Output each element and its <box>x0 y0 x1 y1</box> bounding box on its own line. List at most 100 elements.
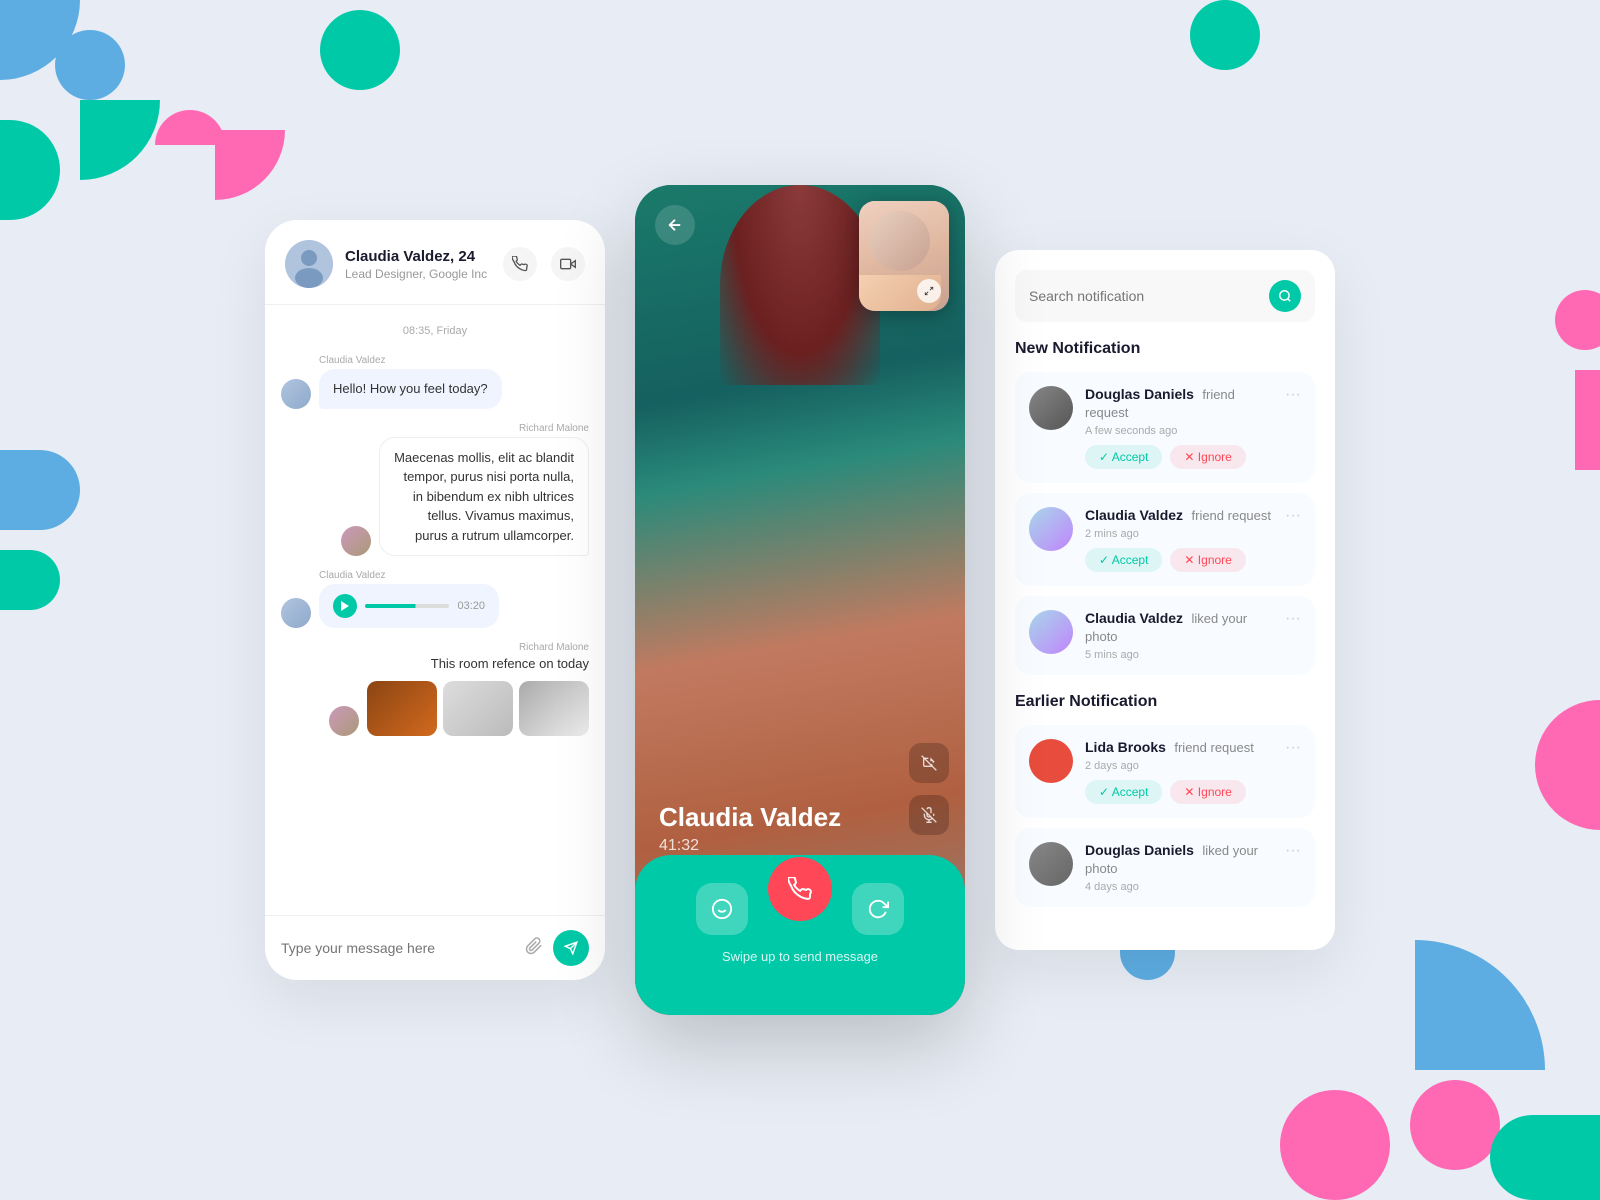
notification-item: Lida Brooks friend request 2 days ago ✓ … <box>1015 725 1315 818</box>
mute-video-button[interactable] <box>909 743 949 783</box>
more-options-button[interactable]: ··· <box>1285 507 1301 525</box>
more-options-button[interactable]: ··· <box>1285 386 1301 404</box>
notification-text: Claudia Valdez friend request <box>1085 507 1273 525</box>
notification-text: Douglas Daniels liked your photo <box>1085 842 1273 878</box>
accept-button[interactable]: ✓ Accept <box>1085 780 1162 804</box>
search-button[interactable] <box>1269 280 1301 312</box>
call-controls: Swipe up to send message <box>635 855 965 1015</box>
images-caption: This room refence on today <box>431 656 589 671</box>
message-bubble-wrap: Claudia Valdez 03:20 <box>319 570 499 628</box>
message-row: Claudia Valdez 03:20 <box>281 570 589 628</box>
notification-time: 2 days ago <box>1085 760 1273 772</box>
send-button[interactable] <box>553 930 589 966</box>
self-preview <box>859 201 949 311</box>
phone-call-button[interactable] <box>503 247 537 281</box>
message-bubble: Maecenas mollis, elit ac blandit tempor,… <box>379 437 589 557</box>
chat-input[interactable] <box>281 940 515 956</box>
chat-header-actions <box>503 247 585 281</box>
contact-avatar <box>285 240 333 288</box>
message-avatar <box>329 706 359 736</box>
notification-time: A few seconds ago <box>1085 425 1273 437</box>
accept-button[interactable]: ✓ Accept <box>1085 445 1162 469</box>
image-thumb <box>367 681 437 736</box>
earlier-notification-title: Earlier Notification <box>1015 693 1315 711</box>
notification-text: Lida Brooks friend request <box>1085 739 1273 757</box>
message-bubble: Hello! How you feel today? <box>319 369 502 409</box>
image-thumb <box>443 681 513 736</box>
notification-search[interactable] <box>1029 288 1259 304</box>
attach-button[interactable] <box>525 937 543 960</box>
message-row: Richard Malone This room refence on toda… <box>281 642 589 736</box>
call-back-button[interactable] <box>655 205 695 245</box>
chat-date: 08:35, Friday <box>281 325 589 337</box>
notification-action: friend request <box>1192 508 1272 523</box>
main-panels: Claudia Valdez, 24 Lead Designer, Google… <box>0 0 1600 1200</box>
call-info: Claudia Valdez 41:32 <box>659 802 841 855</box>
search-row <box>1015 270 1315 322</box>
message-avatar <box>341 526 371 556</box>
message-row: Claudia Valdez Hello! How you feel today… <box>281 355 589 409</box>
message-sender: Richard Malone <box>519 642 589 653</box>
chat-panel: Claudia Valdez, 24 Lead Designer, Google… <box>265 220 605 980</box>
chat-messages: 08:35, Friday Claudia Valdez Hello! How … <box>265 305 605 915</box>
notification-user-name: Claudia Valdez <box>1085 610 1183 626</box>
notification-time: 5 mins ago <box>1085 649 1273 661</box>
message-sender: Claudia Valdez <box>319 355 502 366</box>
message-bubble-wrap: Claudia Valdez Hello! How you feel today… <box>319 355 502 409</box>
play-button[interactable] <box>333 594 357 618</box>
notification-text: Claudia Valdez liked your photo <box>1085 610 1273 646</box>
more-options-button[interactable]: ··· <box>1285 610 1301 628</box>
ignore-button[interactable]: ✕ Ignore <box>1170 548 1245 572</box>
notification-body: Douglas Daniels liked your photo 4 days … <box>1085 842 1273 893</box>
more-options-button[interactable]: ··· <box>1285 842 1301 860</box>
ignore-button[interactable]: ✕ Ignore <box>1170 445 1245 469</box>
new-notification-title: New Notification <box>1015 340 1315 358</box>
ignore-button[interactable]: ✕ Ignore <box>1170 780 1245 804</box>
notification-text: Douglas Daniels friend request <box>1085 386 1273 422</box>
notification-body: Douglas Daniels friend request A few sec… <box>1085 386 1273 469</box>
chat-input-area <box>265 915 605 980</box>
message-sender: Richard Malone <box>379 423 589 434</box>
images-row <box>367 681 589 736</box>
more-options-button[interactable]: ··· <box>1285 739 1301 757</box>
message-sender: Claudia Valdez <box>319 570 499 581</box>
swipe-label: Swipe up to send message <box>722 949 878 964</box>
notification-avatar <box>1029 507 1073 551</box>
notification-avatar <box>1029 610 1073 654</box>
hair-overlay <box>720 185 880 385</box>
message-avatar <box>281 379 311 409</box>
video-call-button[interactable] <box>551 247 585 281</box>
notification-user-name: Douglas Daniels <box>1085 842 1194 858</box>
call-side-icons <box>909 743 949 835</box>
audio-wave <box>365 604 449 608</box>
image-thumb <box>519 681 589 736</box>
contact-subtitle: Lead Designer, Google Inc <box>345 267 491 281</box>
audio-duration: 03:20 <box>457 600 485 612</box>
emoji-button[interactable] <box>696 883 748 935</box>
notification-body: Claudia Valdez liked your photo 5 mins a… <box>1085 610 1273 661</box>
notification-user-name: Douglas Daniels <box>1085 386 1194 402</box>
call-duration: 41:32 <box>659 837 841 855</box>
message-row: Richard Malone Maecenas mollis, elit ac … <box>281 423 589 557</box>
end-call-button[interactable] <box>768 857 832 921</box>
notification-avatar <box>1029 386 1073 430</box>
notification-action: friend request <box>1174 740 1254 755</box>
expand-preview-button[interactable] <box>917 279 941 303</box>
notification-time: 2 mins ago <box>1085 528 1273 540</box>
notification-avatar <box>1029 842 1073 886</box>
notification-body: Lida Brooks friend request 2 days ago ✓ … <box>1085 739 1273 804</box>
message-avatar <box>281 598 311 628</box>
notification-body: Claudia Valdez friend request 2 mins ago… <box>1085 507 1273 572</box>
notification-actions: ✓ Accept ✕ Ignore <box>1085 780 1273 804</box>
contact-name: Claudia Valdez, 24 <box>345 248 491 265</box>
notification-user-name: Lida Brooks <box>1085 739 1166 755</box>
caller-name: Claudia Valdez <box>659 802 841 833</box>
notification-item: Douglas Daniels friend request A few sec… <box>1015 372 1315 483</box>
notification-item: Douglas Daniels liked your photo 4 days … <box>1015 828 1315 907</box>
notification-actions: ✓ Accept ✕ Ignore <box>1085 445 1273 469</box>
images-message: Richard Malone This room refence on toda… <box>367 642 589 736</box>
refresh-button[interactable] <box>852 883 904 935</box>
mute-audio-button[interactable] <box>909 795 949 835</box>
call-buttons-row <box>696 877 904 941</box>
accept-button[interactable]: ✓ Accept <box>1085 548 1162 572</box>
